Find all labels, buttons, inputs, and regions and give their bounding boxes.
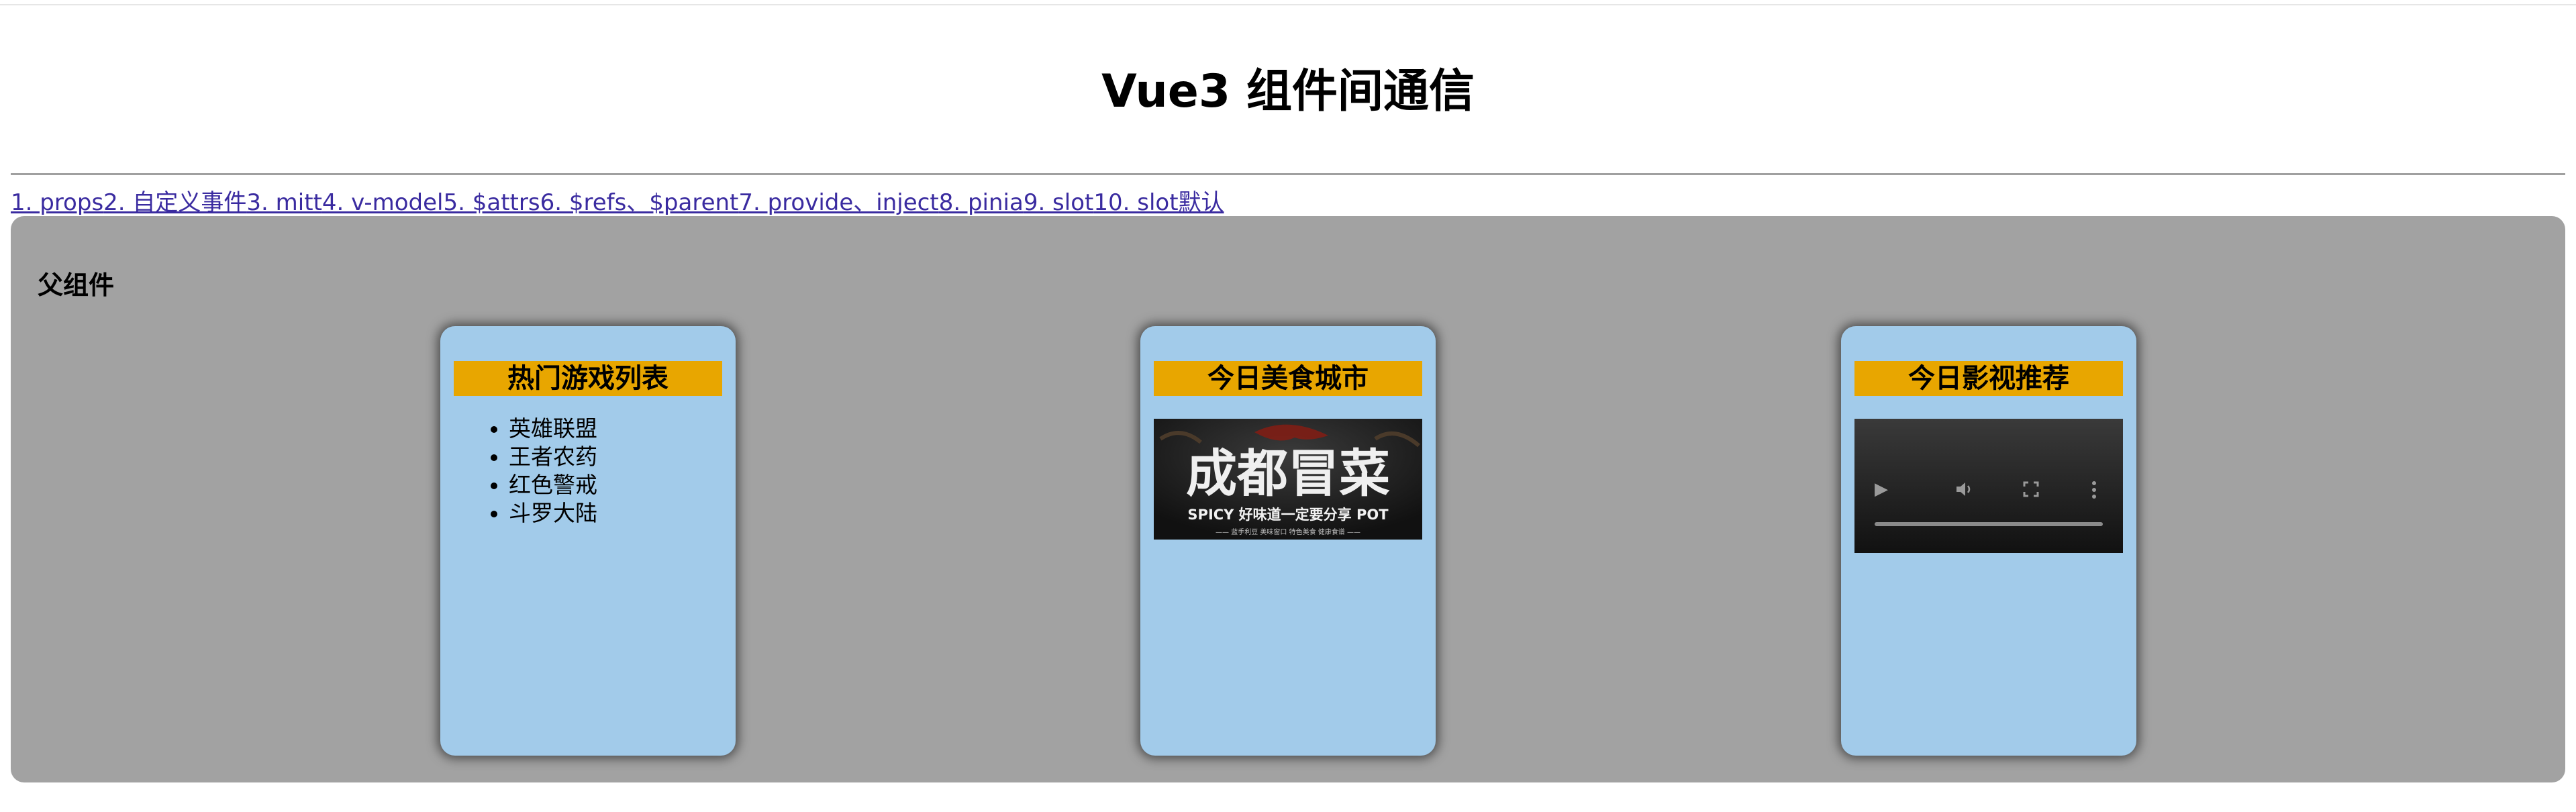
food-banner-graphic: 成都冒菜 SPICY 好味道一定要分享 POT —— 蓝手利豆 美味窗口 特色美… bbox=[1154, 419, 1422, 540]
play-icon[interactable]: ▶ bbox=[1875, 480, 1888, 498]
food-image: 成都冒菜 SPICY 好味道一定要分享 POT —— 蓝手利豆 美味窗口 特色美… bbox=[1154, 419, 1422, 540]
food-city-title: 今日美食城市 bbox=[1154, 361, 1422, 396]
top-border bbox=[0, 0, 2576, 5]
nav-link-custom-event[interactable]: 2. 自定义事件 bbox=[103, 189, 246, 216]
list-item: 斗罗大陆 bbox=[509, 499, 597, 527]
nav-link-pinia[interactable]: 8. pinia bbox=[939, 189, 1024, 216]
food-banner-subline: —— 蓝手利豆 美味窗口 特色美食 健康食谱 —— bbox=[1216, 527, 1360, 536]
video-progress-bar[interactable] bbox=[1875, 522, 2103, 526]
game-list-card: 热门游戏列表 英雄联盟 王者农药 红色警戒 斗罗大陆 bbox=[440, 326, 736, 756]
nav-links: 1. props2. 自定义事件3. mitt4. v-model5. $att… bbox=[11, 188, 1224, 217]
nav-link-slot[interactable]: 9. slot bbox=[1024, 189, 1094, 216]
list-item: 红色警戒 bbox=[509, 471, 597, 499]
parent-component-panel: 父组件 热门游戏列表 英雄联盟 王者农药 红色警戒 斗罗大陆 今日美食城市 bbox=[11, 216, 2565, 782]
title-divider bbox=[11, 173, 2565, 175]
nav-link-mitt[interactable]: 3. mitt bbox=[246, 189, 321, 216]
parent-component-label: 父组件 bbox=[38, 270, 115, 300]
more-icon[interactable] bbox=[2091, 480, 2097, 503]
nav-link-attrs[interactable]: 5. $attrs bbox=[444, 189, 540, 216]
list-item: 王者农药 bbox=[509, 443, 597, 471]
nav-link-slot-default[interactable]: 10. slot默认 bbox=[1093, 189, 1224, 216]
food-banner-headline: 成都冒菜 bbox=[1186, 444, 1390, 503]
food-city-card: 今日美食城市 成都冒菜 SPICY 好味道一定要分享 POT —— 蓝手利豆 美… bbox=[1140, 326, 1436, 756]
movie-recommend-card: 今日影视推荐 ▶ bbox=[1841, 326, 2136, 756]
nav-link-refs-parent[interactable]: 6. $refs、$parent bbox=[540, 189, 739, 216]
page-title: Vue3 组件间通信 bbox=[1101, 65, 1475, 118]
nav-link-provide-inject[interactable]: 7. provide、inject bbox=[738, 189, 938, 216]
fullscreen-icon[interactable] bbox=[2022, 480, 2040, 501]
movie-recommend-title: 今日影视推荐 bbox=[1854, 361, 2123, 396]
food-banner-tagline: SPICY 好味道一定要分享 POT bbox=[1187, 507, 1389, 523]
video-player[interactable]: ▶ bbox=[1854, 419, 2123, 553]
nav-link-props[interactable]: 1. props bbox=[11, 189, 103, 216]
volume-icon[interactable] bbox=[1955, 480, 1975, 501]
game-list-title: 热门游戏列表 bbox=[454, 361, 722, 396]
game-list: 英雄联盟 王者农药 红色警戒 斗罗大陆 bbox=[474, 415, 597, 527]
list-item: 英雄联盟 bbox=[509, 415, 597, 443]
nav-link-v-model[interactable]: 4. v-model bbox=[322, 189, 444, 216]
